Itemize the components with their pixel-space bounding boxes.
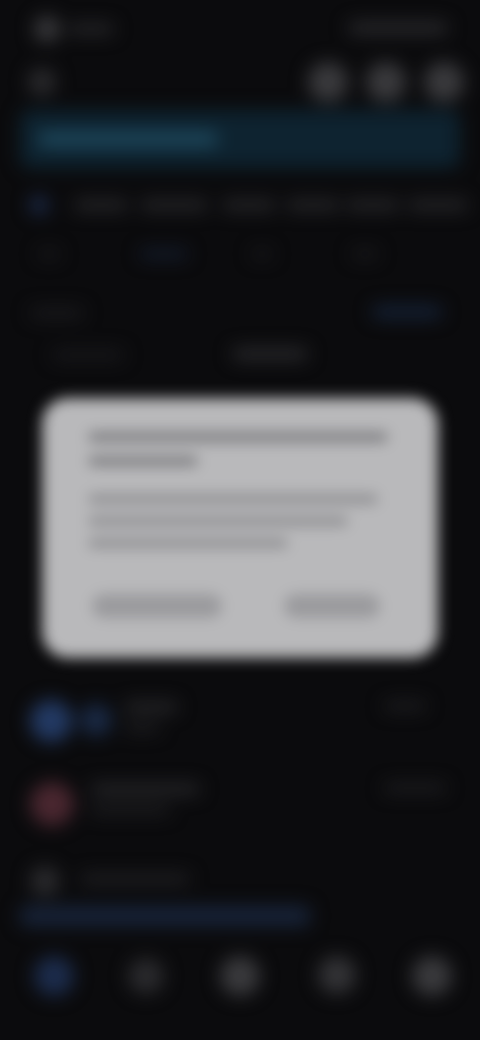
search-icon[interactable]	[128, 958, 164, 994]
list-item-title	[124, 702, 178, 712]
list-item-subtitle	[90, 806, 170, 814]
bottom-nav	[0, 944, 480, 1008]
avatar	[30, 782, 74, 826]
section-sub-2	[232, 348, 308, 360]
sub-row-item-3	[252, 250, 272, 258]
sub-row-item-4	[352, 250, 378, 258]
section-sub-1	[52, 350, 124, 360]
chat-icon[interactable]	[318, 956, 356, 994]
tab-3[interactable]	[222, 200, 276, 210]
dialog-confirm-button[interactable]	[284, 594, 380, 618]
tab-4[interactable]	[286, 200, 340, 210]
list-item[interactable]	[20, 860, 460, 900]
tab-5[interactable]	[346, 200, 400, 210]
footer-banner[interactable]	[20, 906, 310, 926]
tab-leading-dot	[30, 196, 48, 214]
section-heading	[30, 308, 84, 318]
status-indicators-right	[348, 22, 448, 34]
tab-1[interactable]	[74, 200, 128, 210]
avatar	[30, 866, 60, 896]
avatar	[30, 700, 72, 742]
dialog-title-line-2	[88, 456, 198, 466]
avatar-secondary	[80, 704, 112, 736]
header-action-icon-1[interactable]	[308, 62, 348, 102]
header-action-icon-3[interactable]	[424, 62, 464, 102]
plus-icon[interactable]	[220, 956, 260, 996]
dialog	[42, 398, 438, 658]
profile-icon[interactable]	[412, 956, 452, 996]
tab-2[interactable]	[140, 200, 208, 210]
list-item-title	[80, 874, 190, 884]
status-text-left	[68, 24, 114, 34]
home-icon[interactable]	[34, 956, 74, 996]
header-left-icon[interactable]	[28, 68, 56, 96]
dialog-cancel-button[interactable]	[92, 594, 222, 618]
tab-row	[0, 190, 480, 220]
list-item[interactable]	[20, 770, 460, 840]
list-item-title	[90, 784, 200, 794]
tab-6[interactable]	[408, 200, 468, 210]
dialog-message-line-3	[88, 538, 288, 548]
status-app-icon	[34, 16, 60, 42]
list-item-subtitle	[124, 724, 160, 732]
header-band	[20, 110, 460, 168]
sub-row-item-1	[38, 250, 60, 258]
sub-row-item-2	[140, 250, 188, 258]
list-item[interactable]	[20, 690, 460, 754]
dialog-message-line-1	[88, 494, 378, 504]
list-item-meta	[384, 702, 426, 710]
header-action-icon-2[interactable]	[366, 62, 406, 102]
dialog-title-line-1	[88, 432, 388, 442]
section-action[interactable]	[372, 306, 442, 318]
list-item-meta	[384, 784, 446, 792]
header-title-placeholder	[38, 132, 218, 146]
dialog-message-line-2	[88, 516, 348, 526]
